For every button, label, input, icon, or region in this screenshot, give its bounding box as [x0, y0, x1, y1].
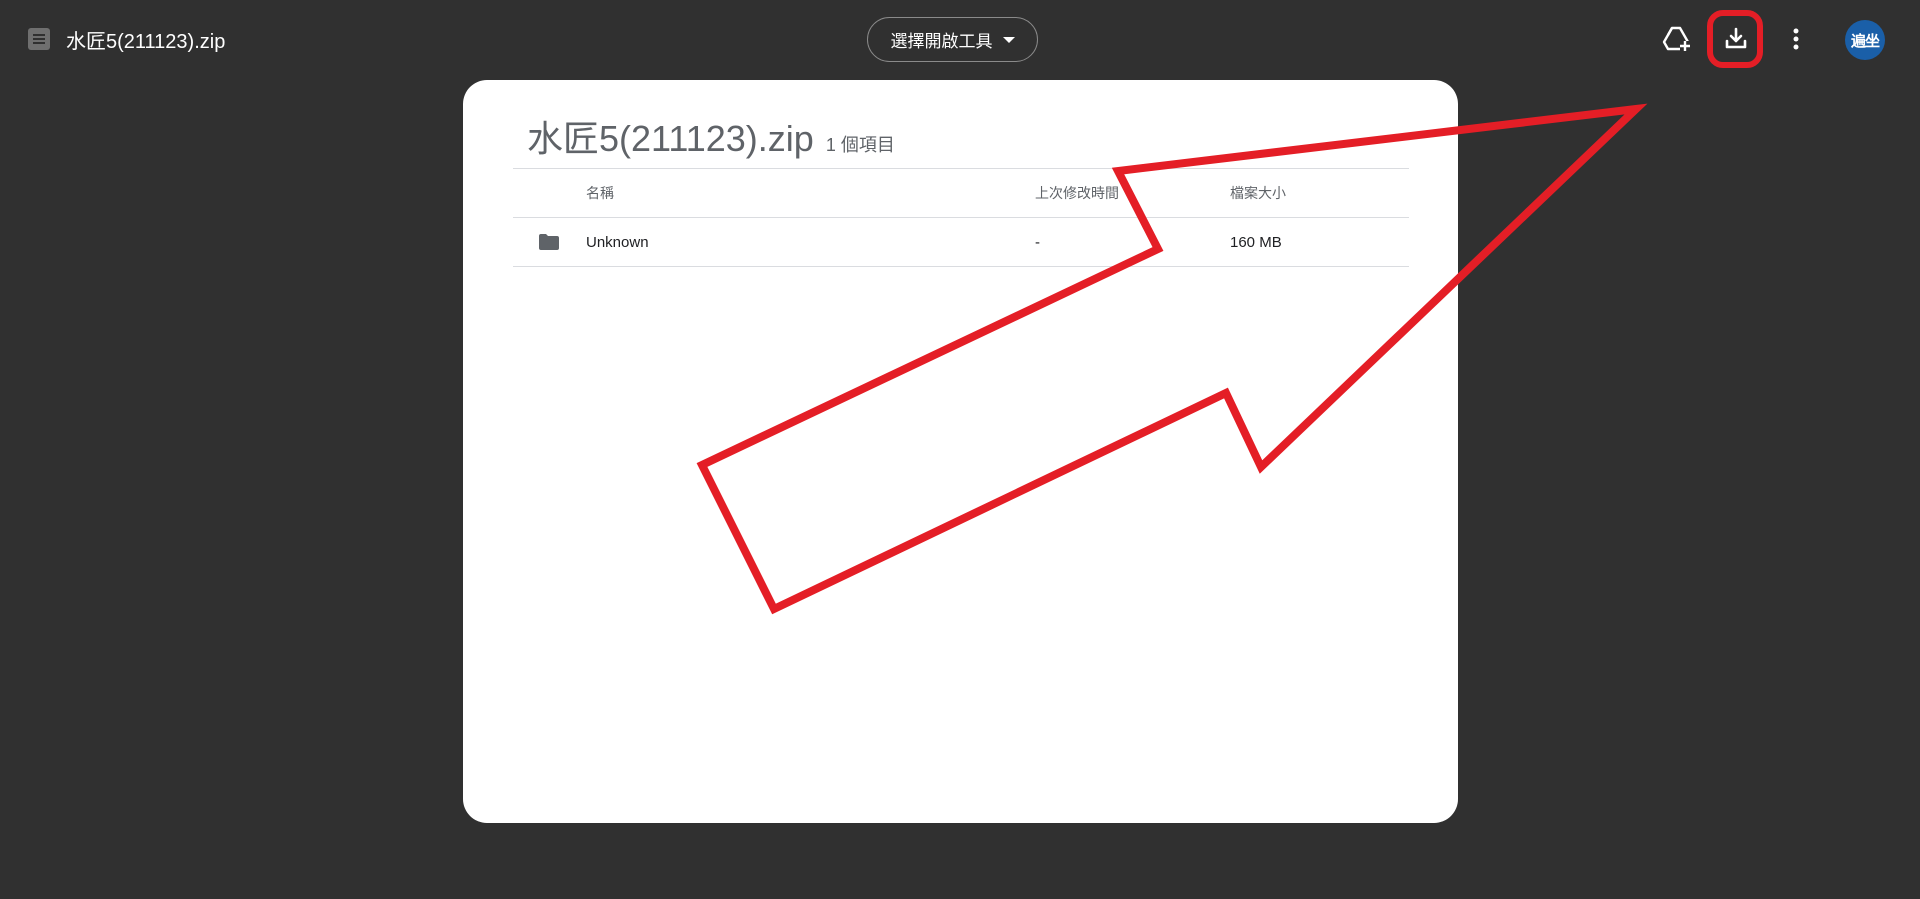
file-icon — [28, 28, 50, 50]
item-count: 1 個項目 — [825, 135, 895, 155]
download-icon — [1725, 27, 1747, 49]
column-header-name[interactable]: 名稱 — [586, 169, 614, 217]
avatar[interactable]: 遍坐 — [1845, 20, 1885, 60]
archive-contents-table: 名稱 上次修改時間 檔案大小 Unknown - 160 MB — [513, 168, 1409, 267]
add-to-drive-button[interactable] — [1654, 17, 1698, 61]
add-to-drive-icon — [1662, 26, 1690, 51]
row-name: Unknown — [586, 233, 649, 251]
folder-icon — [539, 234, 559, 250]
table-header: 名稱 上次修改時間 檔案大小 — [513, 168, 1409, 218]
archive-preview-card: 水匠5(211123).zip 1 個項目 名稱 上次修改時間 檔案大小 Unk… — [463, 80, 1458, 823]
archive-name: 水匠5(211123).zip — [527, 118, 814, 159]
more-vert-icon — [1793, 28, 1799, 50]
column-header-modified[interactable]: 上次修改時間 — [1035, 169, 1119, 217]
row-size: 160 MB — [1230, 233, 1282, 251]
more-options-button[interactable] — [1774, 17, 1818, 61]
chevron-down-icon — [1002, 36, 1015, 43]
row-modified: - — [1035, 233, 1040, 251]
open-with-label: 選擇開啟工具 — [890, 32, 993, 51]
column-header-size[interactable]: 檔案大小 — [1230, 169, 1286, 217]
top-bar: 水匠5(211123).zip 選擇開啟工具 遍坐 — [0, 0, 1920, 78]
open-with-button[interactable]: 選擇開啟工具 — [867, 17, 1038, 62]
file-title: 水匠5(211123).zip — [66, 31, 226, 53]
archive-heading: 水匠5(211123).zip 1 個項目 — [527, 110, 895, 162]
download-button[interactable] — [1714, 17, 1758, 61]
table-row[interactable]: Unknown - 160 MB — [513, 218, 1409, 267]
